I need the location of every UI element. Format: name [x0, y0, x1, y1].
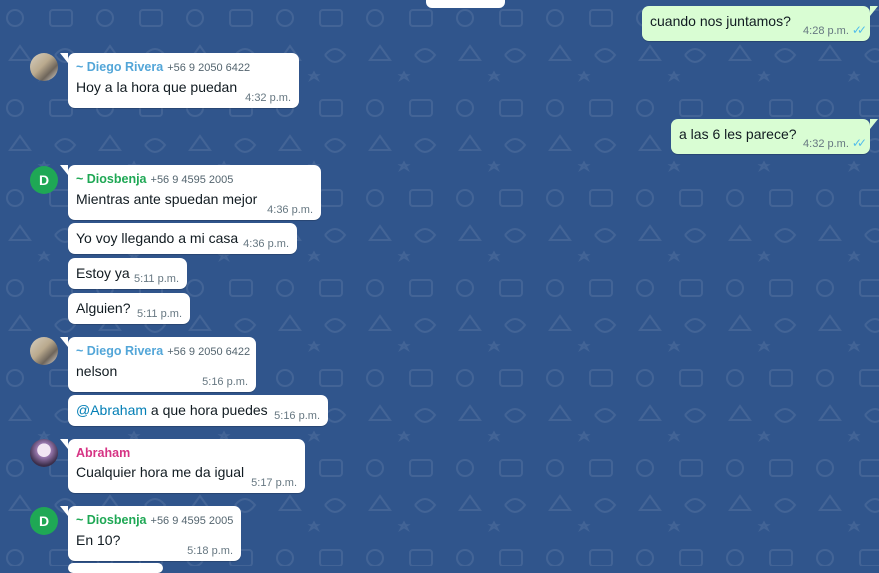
message-bubble-incoming[interactable]: ~ Diosbenja +56 9 4595 2005 En 10? 5:18 p…: [60, 506, 241, 561]
message-bubble-incoming[interactable]: Abraham Cualquier hora me da igual 5:17 …: [60, 439, 305, 493]
message-time: 5:11 p.m.: [136, 308, 182, 320]
message-time: 4:36 p.m.: [243, 238, 289, 250]
sender-phone: +56 9 2050 6422: [167, 346, 251, 358]
bubble-tail: [60, 439, 68, 449]
bubble-tail: [870, 6, 878, 16]
message-time: 4:28 p.m. ✓✓: [803, 23, 867, 37]
mention-link[interactable]: @Abraham: [76, 402, 147, 418]
message-bubble-incoming[interactable]: Alguien? 5:11 p.m.: [68, 293, 190, 324]
bubble-tail: [60, 506, 68, 516]
read-receipt-icon: ✓✓: [851, 23, 867, 37]
sender-name[interactable]: ~ Diosbenja +56 9 4595 2005: [76, 512, 233, 529]
avatar-diosbenja[interactable]: D: [30, 166, 58, 194]
bubble-tail: [60, 53, 68, 63]
bubble-tail: [60, 165, 68, 175]
message-bubble-incoming-partial[interactable]: [68, 563, 163, 573]
message-time: 5:17 p.m.: [251, 477, 297, 489]
message-bubble-outgoing[interactable]: cuando nos juntamos? 4:28 p.m. ✓✓: [642, 6, 878, 41]
message-bubble-incoming[interactable]: Estoy ya 5:11 p.m.: [68, 258, 187, 289]
avatar-diego-rivera[interactable]: [30, 53, 58, 81]
message-bubble-incoming[interactable]: ~ Diego Rivera +56 9 2050 6422 nelson 5:1…: [60, 337, 256, 392]
sender-name[interactable]: ~ Diego Rivera +56 9 2050 6422: [76, 59, 291, 76]
message-time: 4:36 p.m.: [267, 204, 313, 216]
sender-phone: +56 9 4595 2005: [150, 174, 234, 186]
message-time: 4:32 p.m.: [245, 92, 291, 104]
message-bubble-outgoing[interactable]: a las 6 les parece? 4:32 p.m. ✓✓: [671, 119, 878, 154]
sender-name[interactable]: ~ Diosbenja +56 9 4595 2005: [76, 171, 313, 188]
message-bubble-incoming[interactable]: ~ Diego Rivera +56 9 2050 6422 Hoy a la h…: [60, 53, 299, 108]
previous-message-stub: [426, 0, 505, 8]
message-bubble-incoming[interactable]: ~ Diosbenja +56 9 4595 2005 Mientras ante…: [60, 165, 321, 220]
message-time: 5:11 p.m.: [133, 273, 179, 285]
avatar-abraham[interactable]: [30, 439, 58, 467]
message-time: 5:16 p.m.: [274, 410, 320, 422]
message-bubble-incoming[interactable]: Yo voy llegando a mi casa 4:36 p.m.: [68, 223, 297, 254]
sender-name[interactable]: ~ Diego Rivera +56 9 2050 6422: [76, 343, 251, 360]
sender-name[interactable]: Abraham: [76, 445, 297, 461]
message-bubble-incoming[interactable]: @Abraham a que hora puedes 5:16 p.m.: [68, 395, 328, 426]
avatar-diosbenja[interactable]: D: [30, 507, 58, 535]
bubble-tail: [60, 337, 68, 347]
sender-phone: +56 9 4595 2005: [150, 515, 234, 527]
sender-phone: +56 9 2050 6422: [167, 62, 251, 74]
read-receipt-icon: ✓✓: [851, 136, 867, 150]
message-time: 4:32 p.m. ✓✓: [803, 136, 867, 150]
bubble-tail: [870, 119, 878, 129]
message-time: 5:16 p.m.: [202, 376, 248, 388]
avatar-diego-rivera[interactable]: [30, 337, 58, 365]
message-time: 5:18 p.m.: [187, 545, 233, 557]
